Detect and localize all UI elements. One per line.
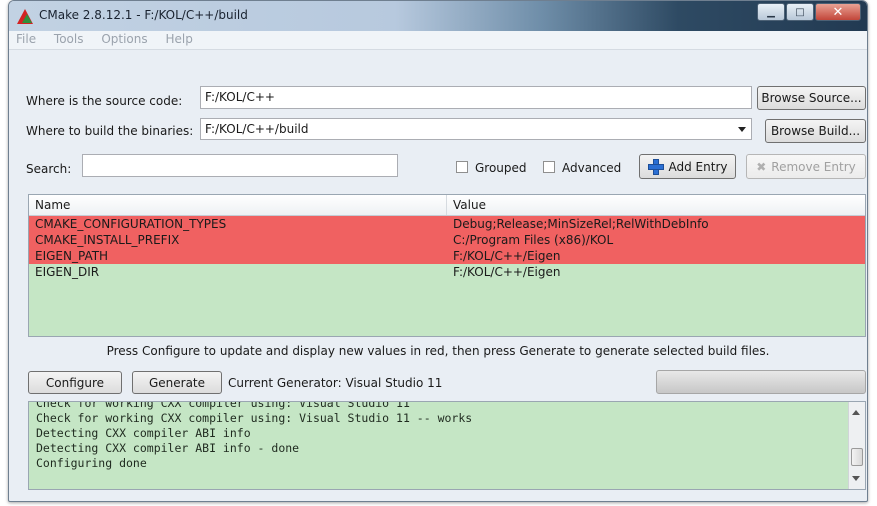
- minimize-icon: ▁: [767, 6, 775, 18]
- progress-bar: [656, 370, 866, 394]
- column-divider[interactable]: [446, 195, 447, 215]
- scroll-up-icon[interactable]: [852, 410, 860, 415]
- cell-value[interactable]: F:/KOL/C++/Eigen: [453, 264, 561, 280]
- remove-icon: ✖: [756, 159, 767, 174]
- menu-help[interactable]: Help: [158, 31, 199, 47]
- scroll-down-icon[interactable]: [852, 476, 860, 481]
- table-header: Name Value: [29, 195, 865, 216]
- add-entry-label: Add Entry: [668, 159, 728, 174]
- browse-build-button[interactable]: Browse Build...: [765, 119, 866, 143]
- log-line: Detecting CXX compiler ABI info: [36, 426, 251, 440]
- column-header-value[interactable]: Value: [453, 198, 486, 212]
- configure-hint-text: Press Configure to update and display ne…: [106, 344, 770, 358]
- add-icon: [647, 158, 664, 175]
- log-line: Check for working CXX compiler using: Vi…: [36, 411, 473, 425]
- search-input[interactable]: [82, 154, 398, 177]
- cell-value[interactable]: F:/KOL/C++/Eigen: [453, 248, 561, 264]
- cell-name[interactable]: EIGEN_PATH: [35, 248, 108, 264]
- browse-source-button[interactable]: Browse Source...: [757, 86, 866, 110]
- build-path-combobox[interactable]: F:/KOL/C++/build: [200, 118, 752, 140]
- maximize-button[interactable]: □: [786, 3, 814, 21]
- source-path-input[interactable]: F:/KOL/C++: [200, 86, 752, 109]
- menu-bar: File Tools Options Help: [9, 31, 867, 50]
- cell-name[interactable]: EIGEN_DIR: [35, 264, 99, 280]
- generate-button[interactable]: Generate: [132, 371, 222, 394]
- add-entry-button[interactable]: Add Entry: [639, 154, 736, 179]
- table-row[interactable]: CMAKE_INSTALL_PREFIX C:/Program Files (x8…: [29, 232, 865, 248]
- table-row[interactable]: CMAKE_CONFIGURATION_TYPES Debug;Release;M…: [29, 216, 865, 232]
- configure-button[interactable]: Configure: [28, 371, 122, 394]
- output-log[interactable]: Check for working CXX compiler using: Vi…: [28, 401, 866, 490]
- remove-entry-label: Remove Entry: [771, 159, 856, 174]
- cache-entries-table[interactable]: Name Value CMAKE_CONFIGURATION_TYPES Debu…: [28, 194, 866, 337]
- title-bar[interactable]: CMake 2.8.12.1 - F:/KOL/C++/build ▁ □ ✕: [9, 1, 867, 31]
- build-path-value: F:/KOL/C++/build: [205, 122, 309, 136]
- menu-tools[interactable]: Tools: [47, 31, 91, 47]
- menu-options[interactable]: Options: [94, 31, 154, 47]
- cmake-logo-icon: [17, 9, 33, 24]
- close-icon: ✕: [832, 4, 844, 20]
- source-label: Where is the source code:: [26, 94, 183, 108]
- advanced-checkbox[interactable]: [543, 161, 555, 173]
- current-generator-text: Current Generator: Visual Studio 11: [228, 376, 443, 390]
- menu-file[interactable]: File: [9, 31, 43, 47]
- log-line: Check for working CXX compiler using: Vi…: [36, 401, 410, 410]
- cell-value[interactable]: C:/Program Files (x86)/KOL: [453, 232, 613, 248]
- cell-name[interactable]: CMAKE_CONFIGURATION_TYPES: [35, 216, 226, 232]
- scroll-thumb[interactable]: [851, 448, 863, 466]
- grouped-checkbox[interactable]: [456, 161, 468, 173]
- minimize-button[interactable]: ▁: [757, 3, 785, 21]
- column-header-name[interactable]: Name: [35, 198, 70, 212]
- search-label: Search:: [26, 162, 72, 176]
- window-title: CMake 2.8.12.1 - F:/KOL/C++/build: [39, 8, 248, 22]
- grouped-label: Grouped: [475, 161, 527, 175]
- table-body: CMAKE_CONFIGURATION_TYPES Debug;Release;M…: [29, 216, 865, 280]
- cmake-window: CMake 2.8.12.1 - F:/KOL/C++/build ▁ □ ✕ …: [8, 0, 868, 502]
- close-button[interactable]: ✕: [815, 3, 861, 21]
- cell-value[interactable]: Debug;Release;MinSizeRel;RelWithDebInfo: [453, 216, 709, 232]
- log-line: Detecting CXX compiler ABI info - done: [36, 441, 300, 455]
- remove-entry-button[interactable]: ✖ Remove Entry: [746, 154, 866, 179]
- build-label: Where to build the binaries:: [26, 124, 194, 138]
- maximize-icon: □: [795, 6, 805, 18]
- output-lines: Check for working CXX compiler using: Vi…: [29, 401, 865, 471]
- output-scrollbar[interactable]: [848, 402, 865, 489]
- table-row[interactable]: EIGEN_DIR F:/KOL/C++/Eigen: [29, 264, 865, 280]
- log-line: Configuring done: [36, 456, 147, 470]
- table-row[interactable]: EIGEN_PATH F:/KOL/C++/Eigen: [29, 248, 865, 264]
- cell-name[interactable]: CMAKE_INSTALL_PREFIX: [35, 232, 179, 248]
- chevron-down-icon[interactable]: [738, 127, 746, 132]
- advanced-label: Advanced: [562, 161, 622, 175]
